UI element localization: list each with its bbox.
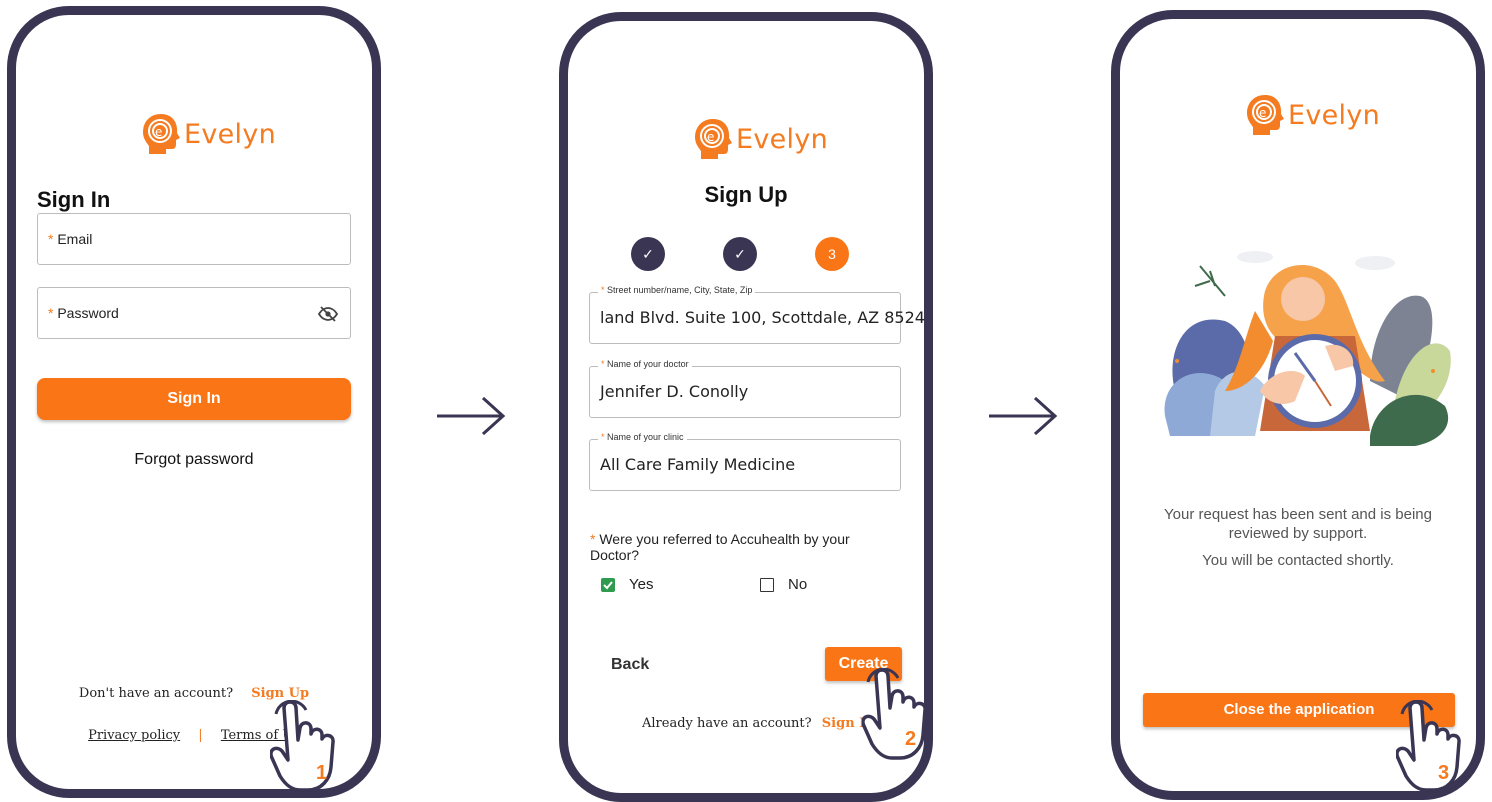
svg-text:e: e — [707, 130, 714, 144]
step-2-done: ✓ — [723, 237, 757, 271]
option-yes-label: Yes — [629, 576, 654, 593]
required-mark: * — [601, 432, 605, 442]
evelyn-head-icon: e — [1247, 95, 1284, 135]
option-no-label: No — [788, 576, 808, 593]
required-mark: * — [48, 305, 54, 321]
svg-text:e: e — [155, 125, 162, 139]
doctor-label: Name of your doctor — [607, 359, 689, 369]
option-no[interactable]: No — [760, 576, 807, 593]
sign-in-button[interactable]: Sign In — [37, 378, 351, 420]
privacy-policy-link[interactable]: Privacy policy — [88, 728, 180, 743]
phone-frame-confirmation: e Evelyn Your request has been sent and … — [1111, 10, 1485, 800]
option-yes[interactable]: Yes — [601, 576, 653, 593]
contact-notice: You will be contacted shortly. — [1202, 552, 1394, 569]
evelyn-head-icon: e — [143, 114, 180, 154]
page-title: Sign Up — [704, 182, 788, 207]
eye-off-icon[interactable] — [318, 306, 338, 322]
step-1-done: ✓ — [631, 237, 665, 271]
forgot-password-link[interactable]: Forgot password — [16, 451, 372, 469]
tap-hand-icon — [862, 668, 927, 760]
page-title: Sign In — [37, 187, 111, 212]
brand-name: Evelyn — [184, 118, 277, 150]
svg-text:e: e — [1259, 106, 1266, 120]
evelyn-logo: e Evelyn — [140, 112, 276, 156]
signin-prompt: Already have an account? Sign In — [642, 716, 875, 731]
confirmation-message: Your request has been sent and is being … — [1164, 506, 1432, 542]
flow-arrow-right-icon — [437, 396, 506, 436]
referral-question-text: Were you referred to Accuhealth by your … — [590, 531, 850, 563]
no-account-text: Don't have an account? — [78, 686, 234, 701]
checkbox-checked-icon[interactable] — [601, 577, 615, 592]
step-number-badge: 2 — [905, 728, 917, 750]
evelyn-head-icon: e — [695, 119, 732, 159]
address-field[interactable]: * Street number/name, City, State, Zip l… — [589, 285, 925, 344]
referral-question: * Were you referred to Accuhealth by you… — [590, 531, 890, 563]
tap-hand-icon — [1396, 700, 1461, 792]
clinic-value: All Care Family Medicine — [600, 455, 796, 474]
have-account-text: Already have an account? — [642, 716, 812, 731]
step-3-current: 3 — [815, 237, 849, 271]
woman-with-clock-illustration — [1164, 251, 1451, 446]
required-mark: * — [590, 531, 596, 547]
email-label: Email — [57, 231, 93, 247]
signup-prompt: Don't have an account? Sign Up — [16, 686, 372, 701]
sign-up-link[interactable]: Sign Up — [251, 686, 309, 701]
tap-hand-icon — [270, 700, 335, 792]
separator: | — [198, 728, 203, 743]
required-mark: * — [601, 285, 605, 295]
phone-frame-sign-in: e Evelyn Sign In * Email * Password Sign… — [7, 6, 381, 798]
evelyn-logo: e Evelyn — [692, 117, 828, 161]
doctor-field[interactable]: * Name of your doctor Jennifer D. Conoll… — [589, 359, 901, 418]
step-number-badge: 1 — [316, 762, 328, 784]
password-label: Password — [57, 305, 119, 321]
flow-arrow-right-icon — [989, 396, 1058, 436]
brand-name: Evelyn — [1288, 99, 1381, 131]
address-value: land Blvd. Suite 100, Scottdale, AZ 8524 — [600, 308, 925, 327]
evelyn-logo: e Evelyn — [1244, 93, 1380, 137]
email-field[interactable]: * Email — [37, 213, 351, 265]
checkbox-unchecked-icon[interactable] — [760, 577, 774, 592]
required-mark: * — [601, 359, 605, 369]
clinic-label: Name of your clinic — [607, 432, 684, 442]
password-field[interactable]: * Password — [37, 287, 351, 339]
step-number-badge: 3 — [1438, 762, 1450, 784]
address-label: Street number/name, City, State, Zip — [607, 285, 753, 295]
clinic-field[interactable]: * Name of your clinic All Care Family Me… — [589, 432, 901, 491]
back-button[interactable]: Back — [611, 656, 649, 674]
brand-name: Evelyn — [736, 123, 829, 155]
doctor-value: Jennifer D. Conolly — [600, 382, 749, 401]
required-mark: * — [48, 231, 54, 247]
